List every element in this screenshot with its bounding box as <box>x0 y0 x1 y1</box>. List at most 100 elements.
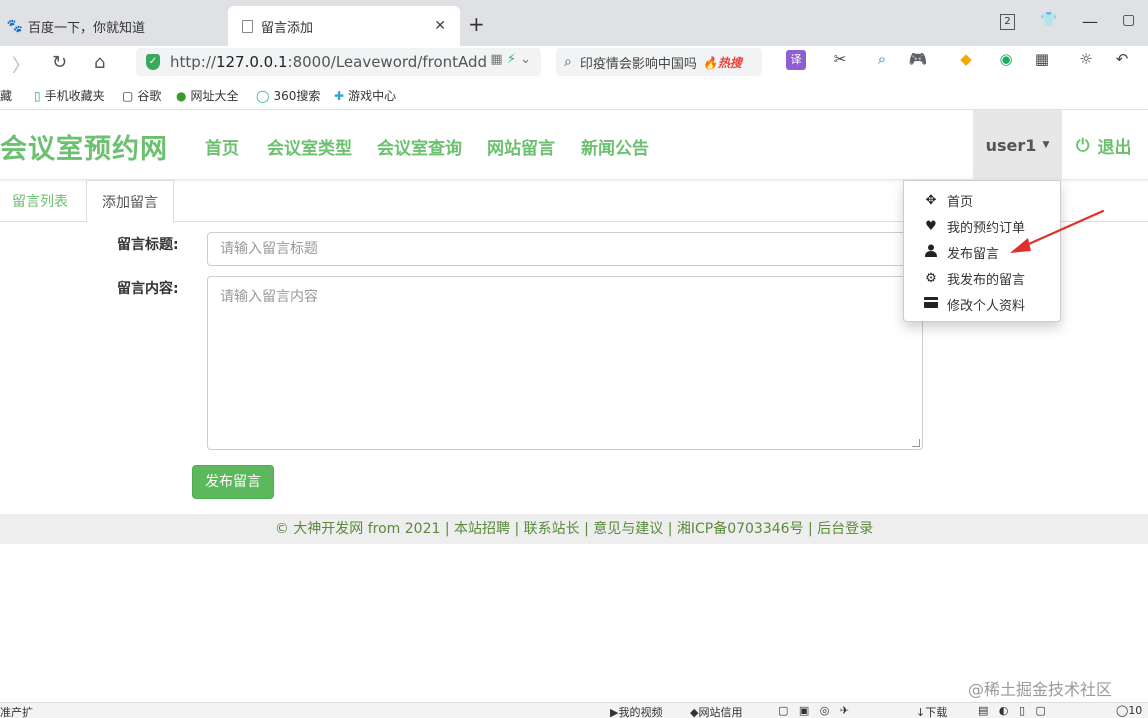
status-download-label: 下载 <box>925 706 948 718</box>
bookmark-label: 360搜索 <box>273 89 321 103</box>
tab-title: 百度一下，你就知道 <box>28 20 146 36</box>
reload-icon[interactable]: ↻ <box>52 52 67 73</box>
dropdown-label: 发布留言 <box>947 246 1000 262</box>
nav-guestbook[interactable]: 网站留言 <box>487 134 555 159</box>
bookmark-label: 谷歌 <box>137 89 162 103</box>
body-placeholder: 请输入留言内容 <box>220 289 318 305</box>
apps-grid-icon[interactable]: ▦ <box>1032 50 1052 70</box>
scissors-icon[interactable]: ✂ <box>830 50 850 70</box>
user-menu-toggle[interactable]: user1 ▼ <box>973 110 1062 180</box>
page-icon: ▢ <box>122 88 134 103</box>
tab-message-list[interactable]: 留言列表 <box>12 180 68 222</box>
dropdown-item-edit-profile[interactable]: 修改个人资料 <box>904 291 1060 317</box>
maximize-icon[interactable]: ▢ <box>1122 12 1135 28</box>
dropdown-label: 修改个人资料 <box>947 298 1026 314</box>
brightness-icon[interactable]: ☼ <box>1076 50 1096 70</box>
360-icon: ◯ <box>256 88 270 103</box>
close-tab-icon[interactable]: ✕ <box>434 18 446 34</box>
bookmark-label: 网址大全 <box>190 89 239 103</box>
status-video[interactable]: ▶我的视频 <box>610 704 662 718</box>
submit-button[interactable]: 发布留言 <box>192 465 274 499</box>
bookmark-games[interactable]: ✚ 游戏中心 <box>334 87 396 104</box>
green-circle-icon[interactable]: ◉ <box>996 50 1016 70</box>
body-label: 留言内容: <box>117 281 179 297</box>
move-icon: ✥ <box>925 192 937 208</box>
watermark: @稀土掘金技术社区 <box>968 680 1113 699</box>
find-icon[interactable]: ⌕ <box>872 50 892 70</box>
body-textarea[interactable]: 请输入留言内容 <box>207 276 923 450</box>
hot-label: 热搜 <box>717 55 742 70</box>
bookmark-360[interactable]: ◯ 360搜索 <box>256 87 320 104</box>
minimize-icon[interactable]: — <box>1082 12 1098 31</box>
nav-home[interactable]: 首页 <box>205 134 239 159</box>
title-label: 留言标题: <box>117 237 179 253</box>
url-path: :8000/Leaveword/frontAdd <box>287 53 488 71</box>
status-left: 准产扩 <box>0 706 33 718</box>
bookmark-hao[interactable]: ● 网址大全 <box>176 87 239 104</box>
resize-grip-icon[interactable] <box>912 439 920 447</box>
url-extras-icon[interactable]: ▦ ⚡ ⌄ <box>490 52 531 67</box>
security-shield-icon: ✓ <box>146 54 160 70</box>
home-icon[interactable]: ⌂ <box>94 52 105 73</box>
browser-statusbar: 准产扩 ▶我的视频 ◆网站信用 ▢ ▣ ◎ ✈ ↓下载 ▤ ◐ ▯ ▢ ◯10 <box>0 702 1148 718</box>
caret-down-icon: ▼ <box>1042 140 1050 150</box>
bookmark-mobile[interactable]: ▯ 手机收藏夹 <box>34 87 105 104</box>
back-icon[interactable]: 〉 <box>12 52 30 78</box>
power-icon: ⏻ <box>1076 135 1090 156</box>
new-tab-icon[interactable]: + <box>468 12 485 36</box>
heart-icon: ♥ <box>925 218 937 234</box>
bookmark-google[interactable]: ▢ 谷歌 <box>122 87 161 104</box>
zoom-icon: ◯ <box>1116 704 1129 717</box>
site-footer: © 大神开发网 from 2021 | 本站招聘 | 联系站长 | 意见与建议 … <box>0 514 1148 544</box>
baidu-paw-icon: 🐾 <box>6 18 24 34</box>
skin-icon[interactable]: 👕 <box>1040 12 1057 28</box>
status-icons[interactable]: ▢ ▣ ◎ ✈ <box>778 704 849 717</box>
address-bar[interactable]: ✓ http://127.0.0.1:8000/Leaveword/frontA… <box>136 48 541 76</box>
bookmark-favorites[interactable]: 藏 <box>0 87 12 104</box>
dropdown-label: 我发布的留言 <box>947 272 1026 288</box>
nav-news[interactable]: 新闻公告 <box>581 134 649 159</box>
bookmark-label: 游戏中心 <box>348 89 397 103</box>
tab-add-message[interactable]: 添加留言 <box>86 180 174 223</box>
gamepad-icon[interactable]: 🎮 <box>908 50 928 70</box>
browser-tab-strip: 🐾 百度一下，你就知道 留言添加 ✕ + 2 👕 — ▢ <box>0 0 1148 46</box>
site-header: 会议室预约网 首页 会议室类型 会议室查询 网站留言 新闻公告 user1 ▼ … <box>0 110 1148 180</box>
annotation-arrow-icon <box>1010 209 1105 253</box>
document-icon <box>242 19 253 33</box>
status-video-label: 我的视频 <box>618 706 663 718</box>
coin-icon[interactable]: ◆ <box>956 50 976 70</box>
user-icon <box>924 244 938 261</box>
username: user1 <box>985 135 1037 155</box>
browser-tab-active[interactable]: 留言添加 ✕ <box>228 6 460 46</box>
download-icon: ↓ <box>916 706 926 718</box>
status-download[interactable]: ↓下载 <box>916 704 947 718</box>
title-input[interactable]: 请输入留言标题 <box>207 232 923 266</box>
tab-title: 留言添加 <box>261 20 314 36</box>
bookmark-label: 手机收藏夹 <box>44 89 105 103</box>
search-icon: ⌕ <box>564 54 572 70</box>
browser-tab-baidu[interactable]: 🐾 百度一下，你就知道 <box>0 6 226 46</box>
site-brand[interactable]: 会议室预约网 <box>0 127 168 166</box>
fire-icon: 🔥 <box>702 55 718 70</box>
hao-icon: ● <box>176 88 187 103</box>
status-credit-label: 网站信用 <box>698 706 743 718</box>
url-host: 127.0.0.1 <box>215 53 288 71</box>
dropdown-label: 首页 <box>947 194 974 210</box>
nav-room-types[interactable]: 会议室类型 <box>267 134 352 159</box>
phone-icon: ▯ <box>34 88 41 103</box>
dropdown-item-my-messages[interactable]: ⚙ 我发布的留言 <box>904 265 1060 291</box>
translate-icon[interactable]: 译 <box>786 50 806 70</box>
undo-icon[interactable]: ↶ <box>1112 50 1132 70</box>
logout-link[interactable]: ⏻ 退出 <box>1076 133 1131 159</box>
search-box[interactable]: ⌕ 印疫情会影响中国吗 🔥热搜 <box>556 48 762 76</box>
bookmarks-bar: 藏 ▯ 手机收藏夹 ▢ 谷歌 ● 网址大全 ◯ 360搜索 ✚ 游戏中心 <box>0 80 1148 110</box>
tab-count-icon[interactable]: 2 <box>1000 14 1015 30</box>
status-more-icons[interactable]: ▤ ◐ ▯ ▢ <box>978 704 1046 717</box>
nav-room-search[interactable]: 会议室查询 <box>377 134 462 159</box>
status-zoom[interactable]: ◯10 <box>1116 704 1142 717</box>
hot-search-badge: 🔥热搜 <box>703 54 742 71</box>
status-credit[interactable]: ◆网站信用 <box>690 704 742 718</box>
card-icon <box>924 296 938 312</box>
url-prefix: http:// <box>170 53 216 71</box>
bookmark-label: 藏 <box>0 89 13 103</box>
